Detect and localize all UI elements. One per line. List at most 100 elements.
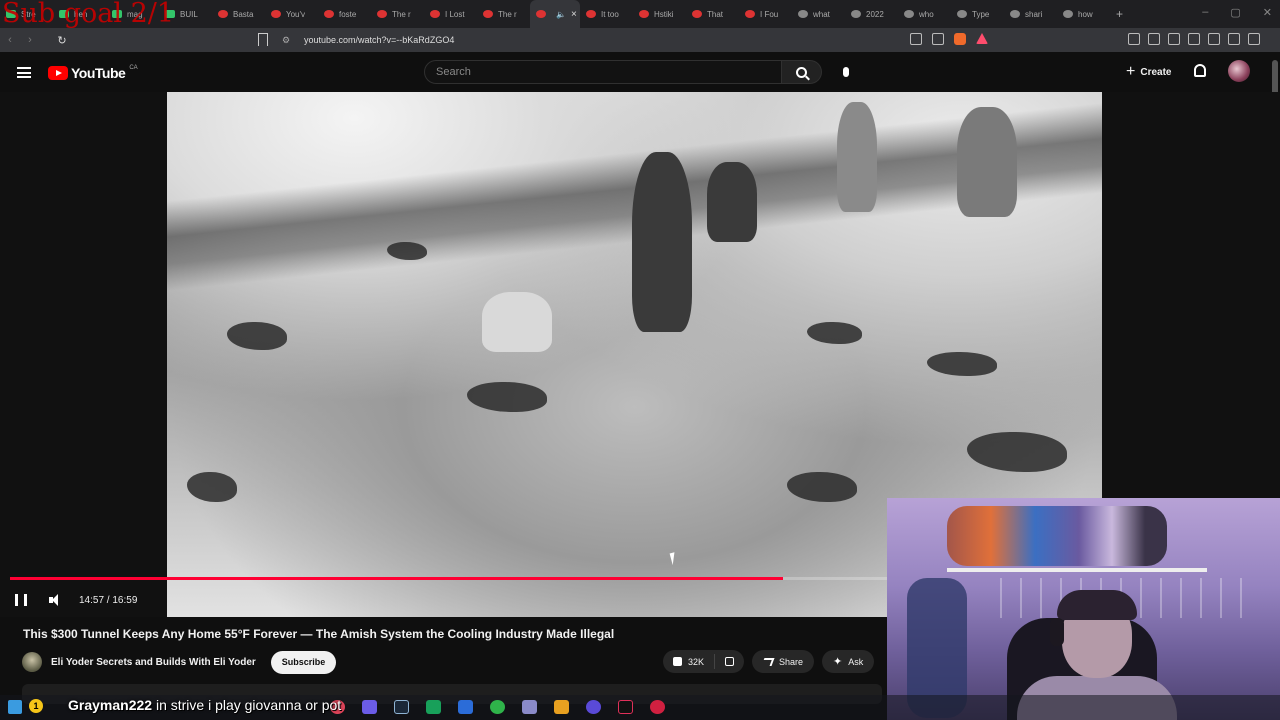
browser-tab[interactable]: The r [477, 0, 530, 28]
browser-tab[interactable]: BUIL [159, 0, 212, 28]
browser-tab[interactable]: Stre [0, 0, 53, 28]
pause-icon[interactable] [15, 594, 27, 606]
browser-tab[interactable]: 2022 [845, 0, 898, 28]
share-icon [761, 657, 775, 666]
share-button[interactable]: Share [752, 650, 815, 673]
browser-tab[interactable]: mag [106, 0, 159, 28]
voice-search-button[interactable] [834, 60, 858, 84]
window-app-icon[interactable] [458, 700, 473, 714]
tab-favicon-icon [957, 10, 967, 18]
reload-icon[interactable]: ↻ [52, 34, 72, 47]
browser-tab[interactable]: what [792, 0, 845, 28]
webcam-closet-rod [947, 568, 1207, 572]
browser-tab[interactable]: The r [371, 0, 424, 28]
microphone-icon [843, 67, 849, 77]
split-view-icon[interactable] [1168, 33, 1180, 45]
tab-favicon-icon [165, 10, 175, 18]
channel-avatar[interactable] [22, 652, 42, 672]
screen-cast-icon[interactable] [910, 33, 922, 45]
streaming-app-icon[interactable] [650, 700, 665, 714]
notifications-bell-icon[interactable] [1194, 64, 1206, 77]
browser-tab[interactable]: shari [1004, 0, 1057, 28]
subscribe-button[interactable]: Subscribe [270, 650, 337, 674]
tab-favicon-icon [536, 10, 546, 18]
video-title: This $300 Tunnel Keeps Any Home 55°F For… [23, 627, 615, 641]
tab-label: The r [498, 9, 517, 19]
start-menu-icon[interactable] [8, 700, 22, 714]
spreadsheet-icon[interactable] [426, 700, 441, 714]
tab-favicon-icon [59, 10, 69, 18]
address-bar: ‹ › ↻ ⚙ youtube.com/watch?v=--bKaRdZGO4 [0, 28, 1280, 52]
channel-name[interactable]: Eli Yoder Secrets and Builds With Eli Yo… [51, 657, 256, 668]
shield-app-icon[interactable] [522, 700, 537, 714]
hamburger-menu-icon[interactable] [17, 67, 31, 78]
steam-icon[interactable] [394, 700, 409, 714]
volume-icon[interactable] [49, 594, 61, 606]
brave-rewards-icon[interactable] [976, 33, 988, 44]
webcam-headset [1050, 618, 1064, 646]
site-info-icon[interactable]: ⚙ [282, 35, 292, 45]
ask-button[interactable]: ✦ Ask [822, 650, 875, 673]
forward-icon[interactable]: › [20, 34, 40, 46]
browser-tab-active[interactable]: 🔈 × [530, 0, 580, 28]
tab-favicon-icon [692, 10, 702, 18]
media-icon[interactable] [1148, 33, 1160, 45]
like-count: 32K [688, 656, 705, 667]
browser-tab[interactable]: hen [53, 0, 106, 28]
menu-icon[interactable] [1248, 33, 1260, 45]
discord-icon[interactable] [586, 700, 601, 714]
browser-tab[interactable]: who [898, 0, 951, 28]
chat-badge: 1 [29, 699, 43, 713]
minimize-icon[interactable]: – [1202, 6, 1208, 19]
browser-tab[interactable]: It too [580, 0, 633, 28]
sidebar-icon[interactable] [1128, 33, 1140, 45]
tab-audio-icon[interactable]: 🔈 [556, 10, 566, 19]
back-icon[interactable]: ‹ [0, 34, 20, 46]
browser-tab[interactable]: You'v [265, 0, 318, 28]
youtube-logo[interactable]: YouTube CA [48, 65, 138, 81]
worker-figure [632, 152, 692, 332]
tab-close-icon[interactable]: × [571, 9, 577, 20]
rock [227, 322, 287, 350]
browser-tab[interactable]: Basta [212, 0, 265, 28]
browser-tab[interactable]: I Lost [424, 0, 477, 28]
progress-bar[interactable] [10, 577, 887, 580]
dislike-button[interactable] [715, 657, 744, 666]
worker-figure [707, 162, 757, 242]
search-button[interactable] [782, 60, 822, 84]
account-avatar[interactable] [1228, 60, 1250, 82]
browser-tab[interactable]: how [1057, 0, 1110, 28]
tab-label: That [707, 9, 724, 19]
browser-tab[interactable]: Hstiki [633, 0, 686, 28]
share-page-icon[interactable] [932, 33, 944, 45]
tab-favicon-icon [586, 10, 596, 18]
tab-label: Basta [233, 9, 254, 19]
create-button[interactable]: + Create [1120, 59, 1181, 85]
brave-shields-icon[interactable] [954, 33, 966, 45]
tab-favicon-icon [798, 10, 808, 18]
close-window-icon[interactable]: ✕ [1263, 6, 1272, 19]
tab-favicon-icon [1063, 10, 1073, 18]
rock [927, 352, 997, 376]
bookmark-icon[interactable] [258, 33, 268, 46]
wallet-icon[interactable] [1188, 33, 1200, 45]
download-icon[interactable] [1208, 33, 1220, 45]
browser-tab[interactable]: I Fou [739, 0, 792, 28]
url-field[interactable]: ⚙ youtube.com/watch?v=--bKaRdZGO4 [282, 31, 1002, 49]
app-icon[interactable] [362, 700, 377, 714]
tiktok-icon[interactable] [618, 700, 633, 714]
maximize-icon[interactable]: ▢ [1230, 6, 1240, 19]
search-input[interactable]: Search [424, 60, 782, 84]
vpn-icon[interactable] [1228, 33, 1240, 45]
xbox-icon[interactable] [490, 700, 505, 714]
browser-tab[interactable]: Type [951, 0, 1004, 28]
tab-label: 2022 [866, 9, 884, 19]
tab-favicon-icon [639, 10, 649, 18]
browser-tab[interactable]: That [686, 0, 739, 28]
like-button[interactable]: 32K [663, 654, 716, 669]
new-tab-icon[interactable]: + [1110, 0, 1129, 28]
player-controls: 14:57 / 16:59 [0, 585, 887, 615]
file-app-icon[interactable] [554, 700, 569, 714]
browser-tab[interactable]: foste [318, 0, 371, 28]
progress-bar-played [10, 577, 783, 580]
